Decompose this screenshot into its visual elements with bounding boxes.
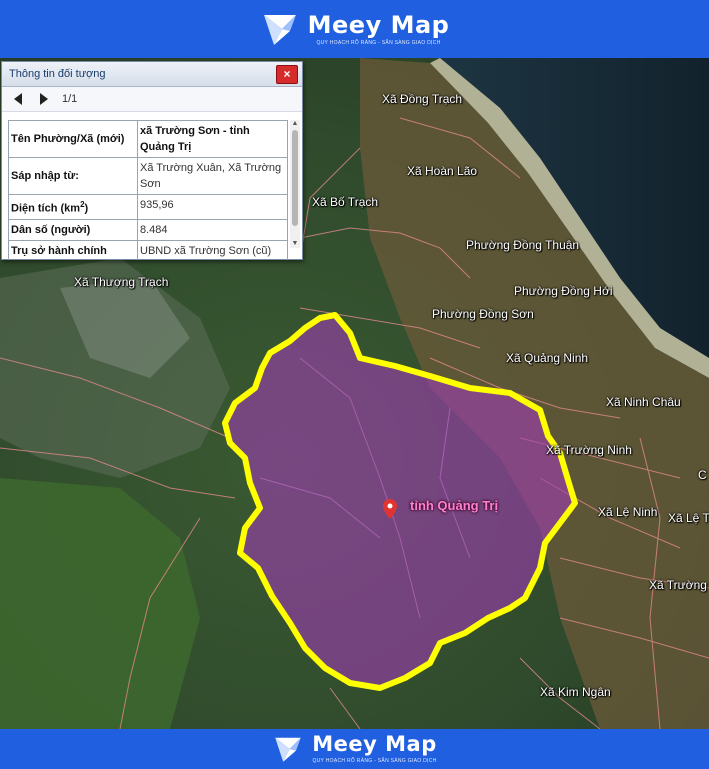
object-info-panel: Thông tin đối tượng × 1/1 Tên Phường/Xã … — [1, 61, 303, 260]
row-key: Dân số (người) — [8, 218, 138, 241]
row-key-text: Diện tích (km — [11, 202, 81, 215]
row-key: Trụ sở hành chính (mới) — [8, 239, 138, 260]
place-le-ninh: Xã Lệ Ninh — [598, 505, 658, 519]
panel-title: Thông tin đối tượng — [9, 68, 106, 80]
scroll-up-icon[interactable]: ▲ — [290, 120, 300, 128]
place-hoan-lao: Xã Hoàn Lão — [407, 164, 478, 178]
row-key: Diện tích (km2) — [8, 194, 138, 220]
triangle-left-icon — [14, 93, 22, 105]
brand-slogan: QUY HOẠCH RÕ RÀNG - SẴN SÀNG GIAO DỊCH — [316, 39, 441, 46]
selected-area-label: tỉnh Quảng Trị — [410, 498, 499, 513]
brand-name: Meey Map — [307, 10, 450, 39]
place-truong-phu: Xã Trường P — [649, 578, 709, 592]
place-dong-hoi: Phường Đồng Hới — [514, 284, 613, 298]
place-thuong-trach: Xã Thượng Trạch — [74, 275, 169, 289]
table-row: Trụ sở hành chính (mới) UBND xã Trường S… — [8, 239, 288, 260]
scroll-thumb[interactable] — [292, 130, 298, 226]
triangle-right-icon — [40, 93, 48, 105]
table-row: Sáp nhập từ: Xã Trường Xuân, Xã Trường S… — [8, 157, 288, 195]
scroll-down-icon[interactable]: ▼ — [290, 240, 300, 248]
place-truong-ninh: Xã Trường Ninh — [546, 443, 632, 457]
place-dong-trach: Xã Đồng Trạch — [382, 92, 463, 106]
place-quang-ninh: Xã Quảng Ninh — [506, 351, 589, 365]
meey-logo-icon — [275, 737, 302, 762]
row-value: 8.484 — [137, 218, 288, 241]
location-pin-icon[interactable] — [383, 499, 397, 519]
place-dong-thuan: Phường Đồng Thuận — [466, 238, 580, 252]
row-value: xã Trường Sơn - tỉnh Quảng Trị — [137, 120, 288, 158]
row-key-end: ) — [84, 202, 89, 215]
pager: 1/1 — [2, 87, 302, 112]
row-key: Sáp nhập từ: — [8, 157, 138, 195]
row-value: 935,96 — [137, 194, 288, 220]
meey-logo-icon — [263, 15, 296, 45]
info-table-container[interactable]: Tên Phường/Xã (mới) xã Trường Sơn - tỉnh… — [2, 112, 302, 260]
brand-logo-footer[interactable]: Meey Map QUY HOẠCH RÕ RÀNG - SẴN SÀNG GI… — [272, 733, 436, 765]
bottom-banner: Meey Map QUY HOẠCH RÕ RÀNG - SẴN SÀNG GI… — [0, 729, 709, 769]
table-row: Tên Phường/Xã (mới) xã Trường Sơn - tỉnh… — [8, 120, 288, 158]
page-indicator: 1/1 — [62, 93, 78, 105]
prev-button[interactable] — [10, 91, 26, 107]
brand-logo[interactable]: Meey Map QUY HOẠCH RÕ RÀNG - SẴN SÀNG GI… — [260, 9, 450, 49]
place-dong-son: Phường Đồng Sơn — [432, 307, 534, 321]
row-key: Tên Phường/Xã (mới) — [8, 120, 138, 158]
place-ninh-chau: Xã Ninh Châu — [606, 395, 681, 409]
place-le-thuy: Xã Lệ Th — [668, 511, 709, 525]
brand-name-footer: Meey Map — [312, 732, 437, 756]
next-button[interactable] — [36, 91, 52, 107]
panel-header: Thông tin đối tượng × — [2, 62, 302, 87]
brand-slogan-footer: QUY HOẠCH RÕ RÀNG - SẴN SÀNG GIAO DỊCH — [312, 758, 437, 764]
place-bo-trach: Xã Bố Trạch — [312, 195, 379, 209]
place-edge-c: C — [698, 468, 707, 482]
table-row: Diện tích (km2) 935,96 — [8, 194, 288, 220]
row-value: Xã Trường Xuân, Xã Trường Sơn — [137, 157, 288, 195]
top-banner: Meey Map QUY HOẠCH RÕ RÀNG - SẴN SÀNG GI… — [0, 0, 709, 58]
place-kim-ngan: Xã Kim Ngân — [540, 685, 611, 699]
table-row: Dân số (người) 8.484 — [8, 218, 288, 241]
row-value: UBND xã Trường Sơn (cũ) — [137, 239, 288, 260]
info-table: Tên Phường/Xã (mới) xã Trường Sơn - tỉnh… — [8, 120, 288, 260]
close-button[interactable]: × — [276, 64, 298, 84]
scrollbar[interactable]: ▲ ▼ — [290, 120, 300, 248]
